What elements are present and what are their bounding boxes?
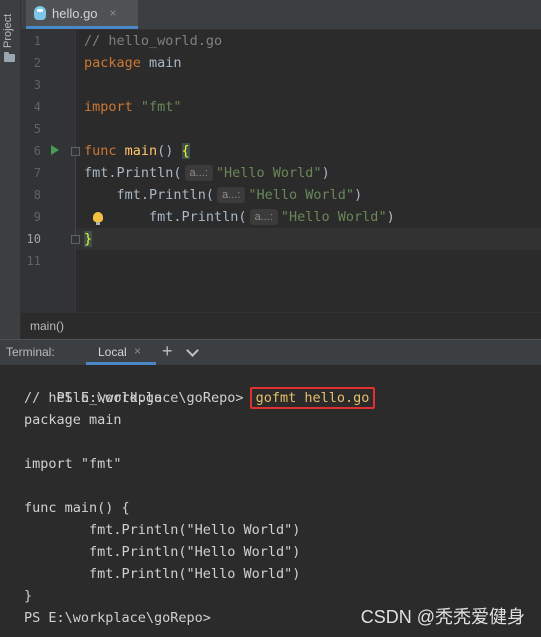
terminal-output-line: fmt.Println("Hello World") [24,522,301,538]
line-number: 7 [33,166,41,180]
lightbulb-icon[interactable] [93,212,103,225]
parameter-hint: a...: [217,187,246,203]
watermark: CSDN @秃秃爱健身 [360,607,525,627]
fold-close-icon[interactable] [71,235,80,244]
code-token: { [181,143,190,159]
go-file-icon [34,6,46,20]
code-token: func [84,143,125,159]
terminal-tab-label: Local [98,345,127,359]
breadcrumb-item-main[interactable]: main() [30,319,64,333]
code-line: // hello_world.go [84,30,222,52]
terminal-output-line: package main [24,412,122,428]
fold-guide [75,156,76,236]
tab-hello-go[interactable]: hello.go × [26,0,138,29]
code-token: fmt.Println( [84,187,215,203]
code-token: main [124,143,158,159]
chevron-down-icon[interactable] [186,344,199,357]
terminal-output-line: func main() { [24,500,130,516]
terminal-output-line: fmt.Println("Hello World") [24,544,301,560]
line-number: 11 [26,254,41,268]
code-line: } [84,228,93,250]
code-token: // hello_world.go [84,33,223,49]
highlighted-command: gofmt hello.go [249,387,376,409]
code-token: fmt.Println( [84,209,247,225]
breadcrumb: main() [21,312,541,340]
tab-filename: hello.go [52,5,98,21]
line-number: 6 [33,144,41,158]
code-token: main [149,55,182,71]
line-number: 10 [26,232,41,246]
project-tool-strip: Project [0,0,21,340]
terminal-output-line: // hello_world.go [24,390,163,406]
code-token: package [84,55,150,71]
terminal-output-line: fmt.Println("Hello World") [24,566,301,582]
line-number: 3 [33,78,41,92]
terminal-output[interactable]: PS E:\workplace\goRepo> gofmt hello.go /… [0,365,541,637]
code-token: () [157,143,182,159]
code-token: "Hello World" [280,209,387,225]
terminal-header: Terminal: Local × + [0,339,541,366]
code-editor[interactable]: 1 2 3 4 5 6 7 8 9 10 11 // hello_world.gopackage m… [21,30,541,312]
current-line-highlight [76,228,541,250]
terminal-tab-local[interactable]: Local × [86,340,156,365]
close-terminal-tab-icon[interactable]: × [134,344,141,358]
terminal-title: Terminal: [6,345,55,359]
close-tab-icon[interactable]: × [110,6,117,20]
code-token: ) [321,165,330,181]
code-line: func main() { [84,140,190,162]
parameter-hint: a...: [249,209,278,225]
code-token: ) [354,187,363,203]
line-number: 8 [33,188,41,202]
code-line: fmt.Println(a...: "Hello World") [84,206,395,228]
code-token: import [84,99,141,115]
new-terminal-plus-icon[interactable]: + [162,341,173,362]
fold-open-icon[interactable] [71,147,80,156]
code-line: fmt.Println(a...: "Hello World") [84,184,362,206]
line-number: 4 [33,100,41,114]
line-number: 5 [33,122,41,136]
code-token: "fmt" [140,99,182,115]
code-token: fmt.Println( [84,165,182,181]
editor-tab-bar: hello.go × [21,0,541,30]
code-line: fmt.Println(a...: "Hello World") [84,162,330,184]
code-line: import "fmt" [84,96,182,118]
terminal-output-line: import "fmt" [24,456,122,472]
terminal-prompt-line: PS E:\workplace\goRepo> gofmt hello.go [24,365,376,409]
terminal-final-prompt: PS E:\workplace\goRepo> [24,610,211,626]
folder-icon [4,52,15,62]
parameter-hint: a...: [184,165,213,181]
line-number: 1 [33,34,41,48]
code-token: } [84,231,93,247]
run-icon[interactable] [51,145,59,155]
project-tool-button[interactable]: Project [2,6,18,56]
code-token: "Hello World" [248,187,355,203]
line-number: 2 [33,56,41,70]
line-number: 9 [33,210,41,224]
terminal-output-line: } [24,588,33,604]
code-token: ) [386,209,395,225]
code-line: package main [84,52,182,74]
code-token: "Hello World" [215,165,322,181]
